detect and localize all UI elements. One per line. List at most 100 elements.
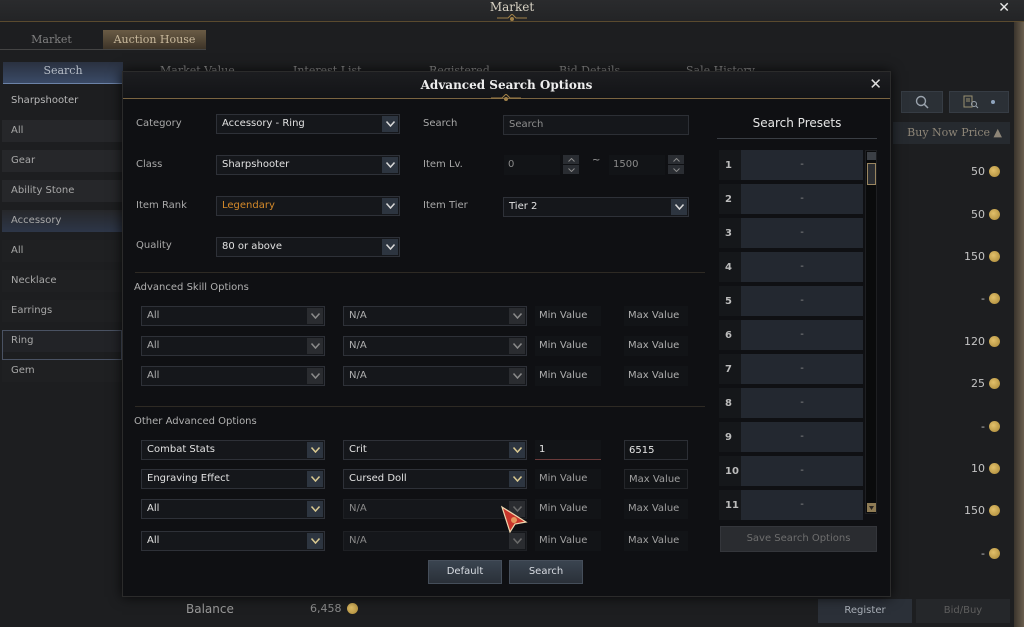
preset-row[interactable]: 10- [719,456,863,486]
option-max-value-input[interactable]: Max Value [624,499,688,519]
option-value-select[interactable]: Crit [343,440,527,460]
preset-row[interactable]: 4- [719,252,863,282]
preset-slot[interactable]: - [741,184,863,214]
chevron-up-icon[interactable] [563,155,579,164]
scroll-down-arrow[interactable] [867,503,876,512]
item-tier-select[interactable]: Tier 2 [503,197,689,217]
sidebar-item-all[interactable]: All [2,120,122,150]
item-level-max-input[interactable]: 1500 [609,155,665,175]
skill-max-value-input[interactable]: Max Value [624,366,688,386]
preset-row[interactable]: 5- [719,286,863,316]
sidebar-item-gem[interactable]: Gem [2,360,122,390]
option-max-value-input[interactable]: Max Value [624,531,688,551]
background-scene [1014,22,1024,627]
option-type-select[interactable]: Engraving Effect [141,469,325,489]
preset-slot[interactable]: - [741,218,863,248]
search-submit-button[interactable]: Search [509,560,583,584]
skill-min-value-input[interactable]: Min Value [535,366,601,386]
price-cell: 25 [971,376,1000,390]
preset-row[interactable]: 11- [719,490,863,520]
preset-row[interactable]: 7- [719,354,863,384]
bid-buy-button[interactable]: Bid/Buy [916,599,1010,623]
option-max-value-input[interactable]: Max Value [624,469,688,489]
preset-slot[interactable]: - [741,388,863,418]
preset-slot[interactable]: - [741,354,863,384]
preset-slot[interactable]: - [741,286,863,316]
preset-row[interactable]: 2- [719,184,863,214]
sidebar-item-accessory-all[interactable]: All [2,240,122,270]
modal-title: Advanced Search Options [420,78,593,92]
preset-number: 1 [719,150,741,180]
subtab-search[interactable]: Search [3,62,123,84]
chevron-down-icon[interactable] [668,165,684,174]
sidebar-item-gear[interactable]: Gear [2,150,122,180]
chevron-down-icon[interactable] [563,165,579,174]
skill-max-value-input[interactable]: Max Value [624,306,688,326]
option-value-select[interactable]: N/A [343,531,527,551]
search-button[interactable] [901,91,943,113]
sidebar-item-ring[interactable]: Ring [2,330,122,360]
close-icon[interactable]: ✕ [869,75,882,93]
skill-min-value-input[interactable]: Min Value [535,336,601,356]
skill-option-select[interactable]: N/A [343,306,527,326]
class-select[interactable]: Sharpshooter [216,155,400,175]
sidebar-item-ability-stone[interactable]: Ability Stone [2,180,122,210]
skill-type-select[interactable]: All [141,306,325,326]
scroll-up-arrow[interactable] [867,152,876,160]
option-type-select[interactable]: Combat Stats [141,440,325,460]
chevron-down-icon [307,533,323,549]
option-type-select[interactable]: All [141,499,325,519]
preset-slot[interactable]: - [741,456,863,486]
sidebar-item-accessory[interactable]: Accessory [2,210,122,240]
class-value: Sharpshooter [222,159,290,170]
preset-row[interactable]: 9- [719,422,863,452]
tab-market[interactable]: Market [0,30,103,50]
sidebar-item-necklace[interactable]: Necklace [2,270,122,300]
option-type-select[interactable]: All [141,531,325,551]
skill-max-value-input[interactable]: Max Value [624,336,688,356]
chevron-up-icon[interactable] [668,155,684,164]
register-button[interactable]: Register [818,599,912,623]
gold-coin-icon [989,208,1000,220]
column-header-buy-now-price[interactable]: Buy Now Price ▲ [893,122,1010,144]
ornament-icon [497,14,527,21]
item-level-min-input[interactable]: 0 [504,155,560,175]
skill-option-select[interactable]: N/A [343,336,527,356]
option-min-value-input[interactable]: 1 [535,440,601,460]
option-min-value-input[interactable]: Min Value [535,531,601,551]
preset-row[interactable]: 3- [719,218,863,248]
item-level-max-stepper[interactable] [668,155,684,175]
sidebar-item-earrings[interactable]: Earrings [2,300,122,330]
item-level-min-stepper[interactable] [563,155,579,175]
preset-row[interactable]: 6- [719,320,863,350]
skill-type-select[interactable]: All [141,336,325,356]
chevron-down-icon [671,199,687,215]
preset-row[interactable]: 8- [719,388,863,418]
option-min-value-input[interactable]: Min Value [535,499,601,519]
tab-auction-house[interactable]: Auction House [103,30,206,50]
skill-min-value-input[interactable]: Min Value [535,306,601,326]
close-icon[interactable]: ✕ [998,0,1010,16]
preset-slot[interactable]: - [741,150,863,180]
default-button[interactable]: Default [428,560,502,584]
preset-slot[interactable]: - [741,422,863,452]
detail-search-button[interactable] [949,91,1009,113]
option-max-value-input[interactable]: 6515 [624,440,688,460]
preset-scrollbar[interactable] [865,150,877,514]
preset-slot[interactable]: - [741,252,863,282]
save-search-options-button[interactable]: Save Search Options [720,526,877,552]
chevron-down-icon [509,533,525,549]
quality-select[interactable]: 80 or above [216,237,400,257]
preset-slot[interactable]: - [741,490,863,520]
option-value-select[interactable]: Cursed Doll [343,469,527,489]
search-input[interactable]: Search [503,115,689,135]
category-select[interactable]: Accessory - Ring [216,114,400,134]
gold-coin-icon [989,420,1000,432]
skill-type-select[interactable]: All [141,366,325,386]
skill-option-select[interactable]: N/A [343,366,527,386]
preset-slot[interactable]: - [741,320,863,350]
scroll-thumb[interactable] [867,163,876,185]
item-rank-select[interactable]: Legendary [216,196,400,216]
preset-row[interactable]: 1- [719,150,863,180]
option-min-value-input[interactable]: Min Value [535,469,601,489]
